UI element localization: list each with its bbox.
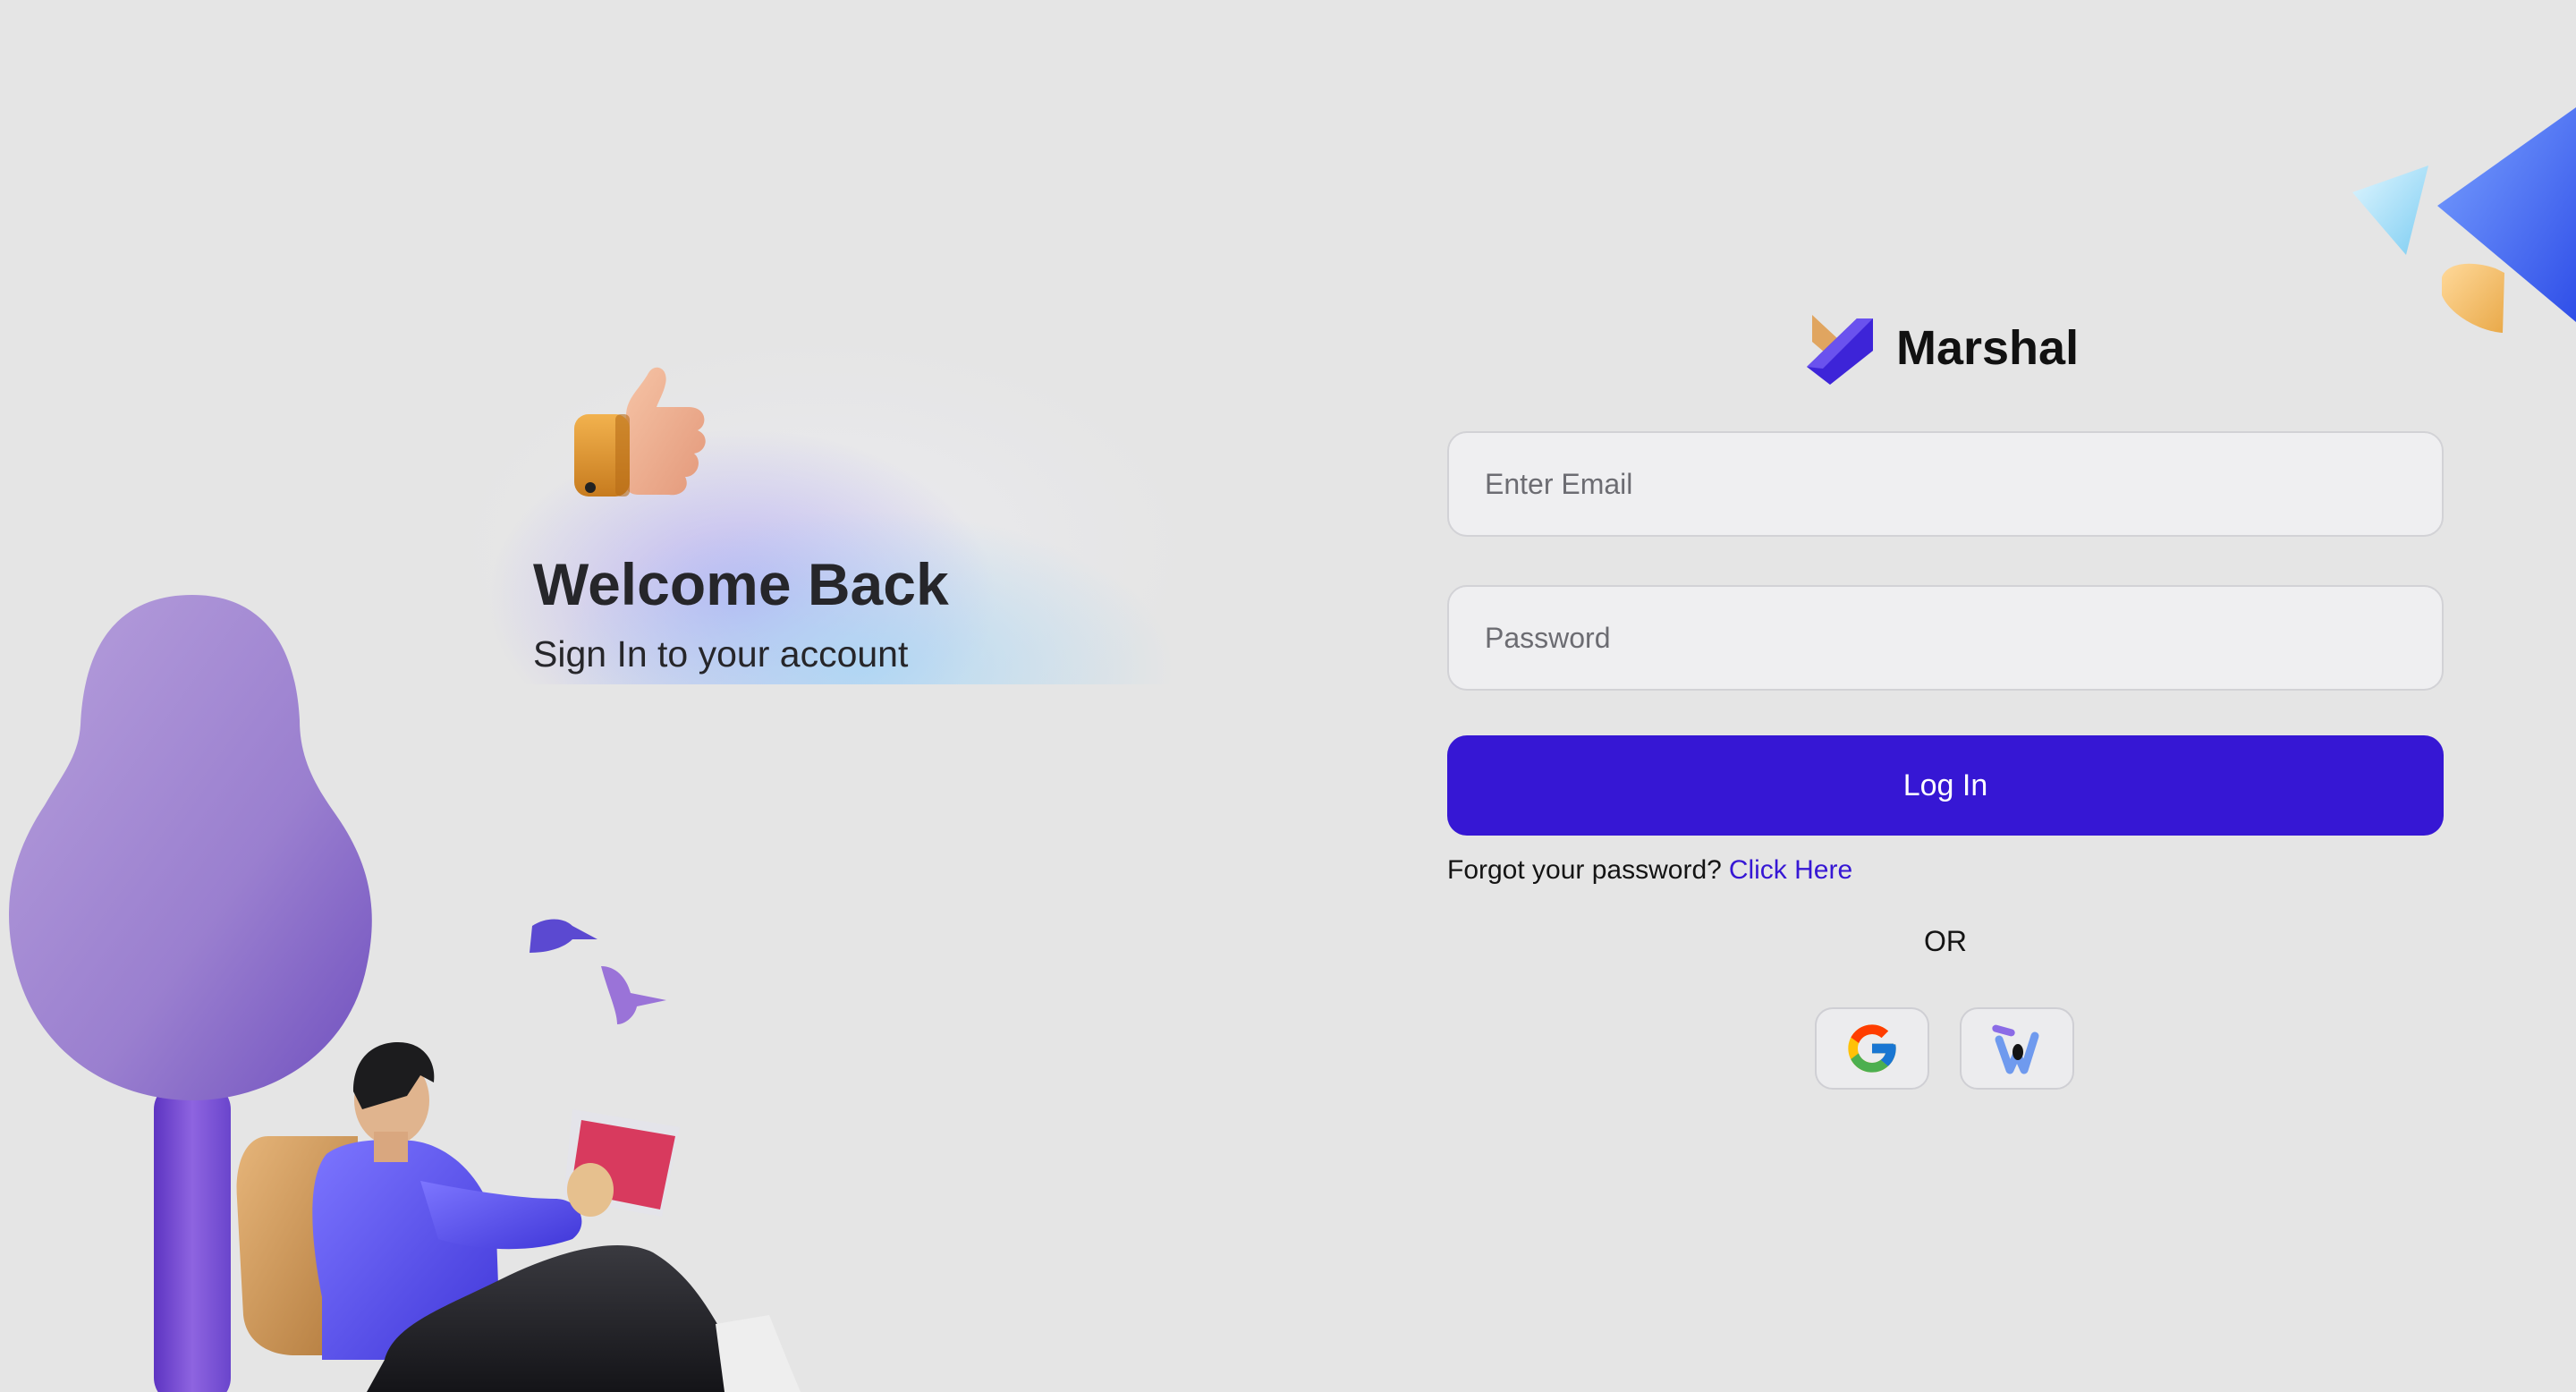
password-field[interactable] [1447, 585, 2444, 691]
brand-name: Marshal [1896, 321, 2080, 375]
forgot-password-row: Forgot your password? Click Here [1447, 855, 1852, 886]
email-field[interactable] [1447, 431, 2444, 537]
login-button[interactable]: Log In [1447, 735, 2444, 836]
w-signin-button[interactable] [1960, 1007, 2074, 1090]
marshal-logo-icon [1807, 315, 1873, 385]
google-icon [1848, 1024, 1896, 1073]
login-page: Welcome Back Sign In to your account Mar… [0, 0, 2576, 1392]
or-divider: OR [1924, 925, 1967, 957]
reading-person-illustration [9, 595, 801, 1392]
google-signin-button[interactable] [1815, 1007, 1929, 1090]
decorative-shapes [2352, 107, 2576, 333]
thumbs-up-icon [574, 367, 706, 497]
forgot-password-link[interactable]: Click Here [1729, 855, 1852, 885]
forgot-password-text: Forgot your password? [1447, 855, 1722, 885]
w-app-icon [1992, 1024, 2039, 1074]
brand: Marshal [1805, 311, 2079, 385]
